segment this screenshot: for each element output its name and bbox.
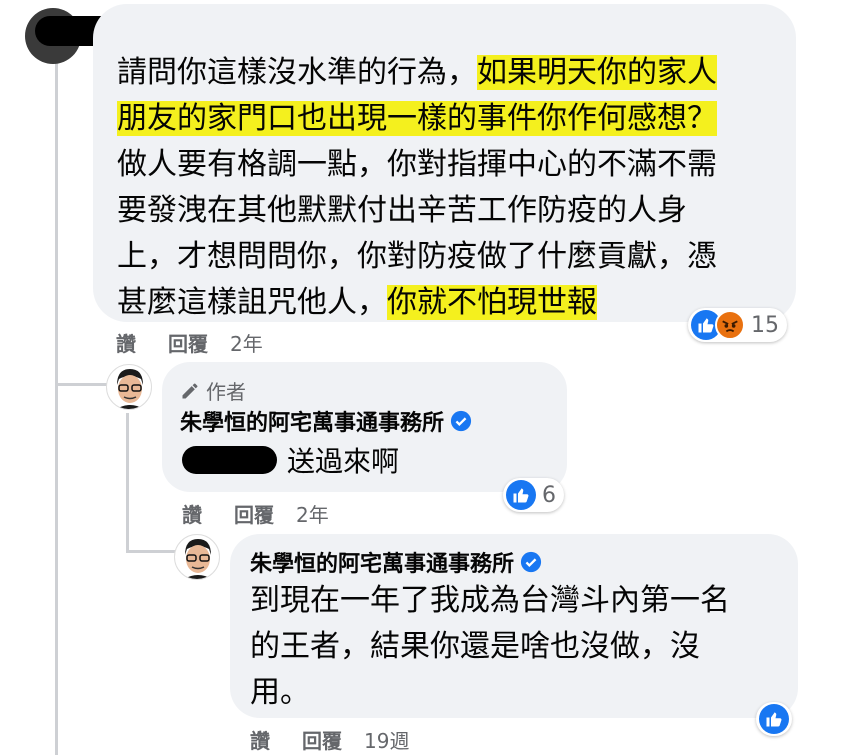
like-action[interactable]: 讚 [182,499,202,528]
comment-text-segment: 做人要有格調一點，你對指揮中心的不滿不需 [117,147,717,182]
comment-text-line: 上，才想問問你，你對防疫做了什麼貢獻，憑 [117,234,777,280]
reply-timestamp[interactable]: 2年 [296,499,329,528]
reply-action[interactable]: 回覆 [234,499,274,528]
reply-author-label: 朱學恒的阿宅萬事通事務所 [180,411,445,436]
pencil-icon [182,382,198,398]
highlighted-text: 如果明天你的家人 [477,55,717,90]
thread-line-branch-2 [126,550,176,553]
reply-text-line: 到現在一年了我成為台灣斗內第一名 [250,583,730,618]
verified-badge-icon [520,551,542,573]
reply-reactions[interactable]: 6 [503,478,564,512]
comment-text-segment: 上，才想問問你，你對防疫做了什麼貢獻，憑 [117,239,717,274]
comment-actions: 讚 回覆 2年 [116,328,263,357]
author-badge: 作者 [180,376,246,405]
reply-reactions[interactable] [756,702,792,736]
reply-actions: 讚 回覆 2年 [182,499,329,528]
verified-badge-icon [450,410,472,432]
comment-text-line: 甚麼這樣詛咒他人，你就不怕現世報 [117,280,777,326]
thread-line-branch-1 [55,383,110,386]
reply-text: 送過來啊 [287,445,400,478]
reaction-count: 15 [751,312,779,338]
comment-reactions[interactable]: 15 [688,308,787,342]
comment-text-line: 請問你這樣沒水準的行為，如果明天你的家人 [117,50,777,96]
comment-text-line: 要發洩在其他默默付出辛苦工作防疫的人身 [117,188,777,234]
reply-author-label: 朱學恒的阿宅萬事通事務所 [250,552,515,577]
reply-text-line: 的王者，結果你還是啥也沒做，沒 [250,629,700,664]
comment-text-line: 朋友的家門口也出現一樣的事件你作何感想？ [117,96,777,142]
like-icon [759,704,789,734]
reply-author-name[interactable]: 朱學恒的阿宅萬事通事務所 [250,546,542,578]
author-avatar[interactable] [174,534,220,580]
comment-text-line: 做人要有格調一點，你對指揮中心的不滿不需 [117,142,777,188]
comment-text-segment: 請問你這樣沒水準的行為， [117,55,477,90]
redacted-mention [182,446,277,474]
highlighted-text: 你就不怕現世報 [387,285,597,320]
reply-actions: 讚 回覆 19週 [250,725,409,754]
thread-line-reply [126,413,129,553]
reply-text: 到現在一年了我成為台灣斗內第一名 的王者，結果你還是啥也沒做，沒 用。 [250,578,730,716]
like-action[interactable]: 讚 [116,328,136,357]
comment-text: 請問你這樣沒水準的行為，如果明天你的家人朋友的家門口也出現一樣的事件你作何感想？… [117,50,777,326]
comment-text-segment: 要發洩在其他默默付出辛苦工作防疫的人身 [117,193,687,228]
author-avatar[interactable] [106,364,152,410]
reply-author-name[interactable]: 朱學恒的阿宅萬事通事務所 [180,405,472,437]
like-icon [506,480,536,510]
reply-action[interactable]: 回覆 [302,725,342,754]
comment-text-segment: 甚麼這樣詛咒他人， [117,285,387,320]
reply-text-line: 用。 [250,675,310,710]
angry-icon [715,310,745,340]
comment-timestamp[interactable]: 2年 [230,328,263,357]
thread-line-main [55,62,58,755]
highlighted-text: 朋友的家門口也出現一樣的事件你作何感想？ [117,101,717,136]
author-badge-label: 作者 [206,380,246,404]
reaction-count: 6 [542,482,556,508]
reply-action[interactable]: 回覆 [168,328,208,357]
like-action[interactable]: 讚 [250,725,270,754]
reply-timestamp[interactable]: 19週 [364,725,409,754]
